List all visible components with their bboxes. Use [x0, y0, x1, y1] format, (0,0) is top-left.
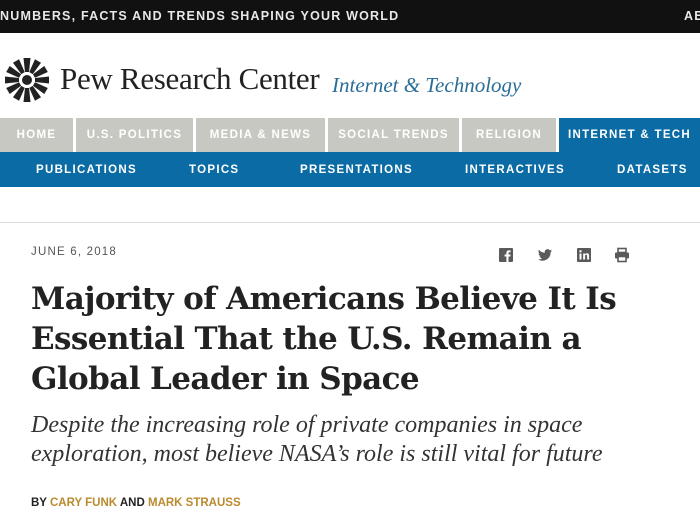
pew-logo-icon[interactable]: [4, 57, 50, 103]
nav-religion[interactable]: RELIGION: [462, 118, 556, 152]
twitter-icon[interactable]: [537, 247, 553, 263]
section-name[interactable]: Internet & Technology: [332, 73, 521, 98]
top-bar: NUMBERS, FACTS AND TRENDS SHAPING YOUR W…: [0, 0, 700, 33]
byline: BY CARY FUNK AND MARK STRAUSS: [31, 497, 241, 509]
nav-internet-tech[interactable]: INTERNET & TECH: [559, 118, 700, 152]
subnav-presentations[interactable]: PRESENTATIONS: [300, 152, 413, 187]
print-icon[interactable]: [614, 247, 630, 263]
linkedin-icon[interactable]: [576, 247, 592, 263]
subnav-datasets[interactable]: DATASETS: [617, 152, 688, 187]
author-link-mark-strauss[interactable]: MARK STRAUSS: [148, 497, 241, 509]
article-headline: Majority of Americans Believe It Is Esse…: [31, 281, 617, 397]
article-date: JUNE 6, 2018: [31, 246, 117, 258]
subnav-publications[interactable]: PUBLICATIONS: [36, 152, 137, 187]
nav-media-news[interactable]: MEDIA & NEWS: [196, 118, 325, 152]
brand-name[interactable]: Pew Research Center: [60, 61, 320, 97]
author-link-cary-funk[interactable]: CARY FUNK: [50, 497, 117, 509]
content-divider: [0, 222, 700, 223]
secondary-nav: PUBLICATIONS TOPICS PRESENTATIONS INTERA…: [0, 152, 700, 187]
nav-us-politics[interactable]: U.S. POLITICS: [76, 118, 193, 152]
masthead: Pew Research Center Internet & Technolog…: [0, 33, 700, 118]
article-dek: Despite the increasing role of private c…: [31, 412, 603, 467]
subnav-interactives[interactable]: INTERACTIVES: [465, 152, 565, 187]
primary-nav: HOME U.S. POLITICS MEDIA & NEWS SOCIAL T…: [0, 118, 700, 152]
nav-social-trends[interactable]: SOCIAL TRENDS: [328, 118, 459, 152]
nav-home[interactable]: HOME: [0, 118, 73, 152]
byline-prefix: BY: [31, 497, 47, 509]
top-bar-right-text[interactable]: AE: [684, 9, 700, 23]
byline-joiner: AND: [119, 497, 145, 509]
subnav-topics[interactable]: TOPICS: [189, 152, 239, 187]
facebook-icon[interactable]: [498, 247, 514, 263]
site-tagline: NUMBERS, FACTS AND TRENDS SHAPING YOUR W…: [0, 9, 400, 23]
